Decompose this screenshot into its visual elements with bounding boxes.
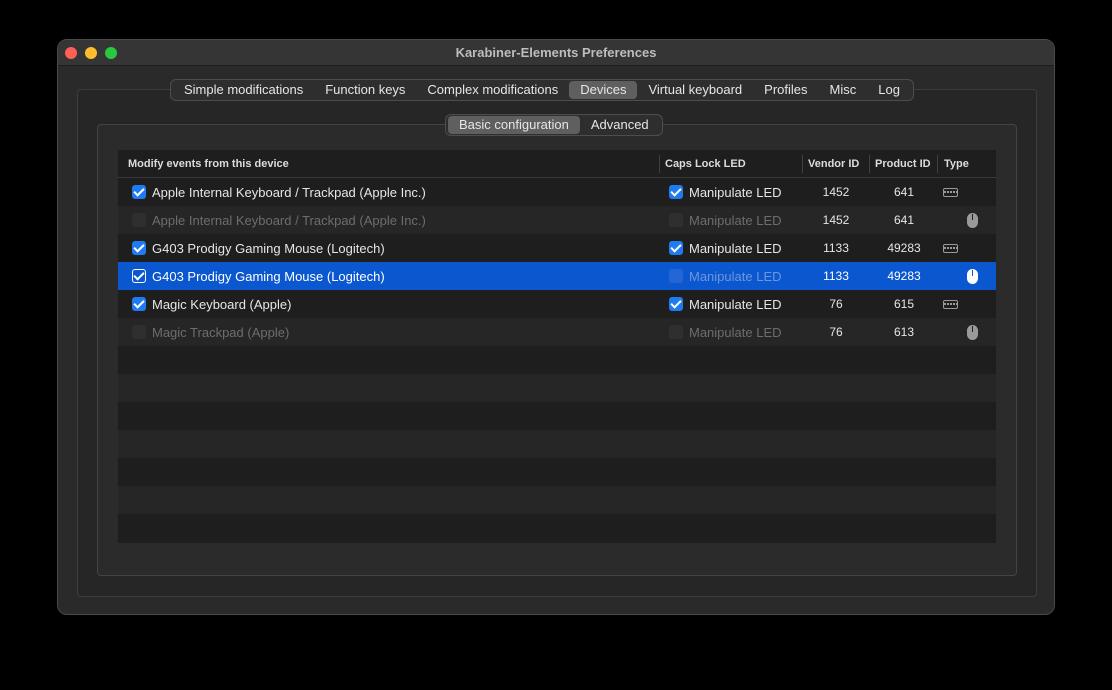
product-id: 641	[893, 185, 915, 199]
manipulate-led-checkbox[interactable]	[669, 185, 683, 199]
header-device[interactable]: Modify events from this device	[128, 158, 289, 170]
device-name: Apple Internal Keyboard / Trackpad (Appl…	[152, 213, 426, 228]
keyboard-icon	[943, 300, 958, 309]
header-vendor-id[interactable]: Vendor ID	[808, 158, 859, 170]
empty-row	[118, 374, 996, 402]
title-bar: Karabiner-Elements Preferences	[58, 40, 1054, 66]
preferences-window: Karabiner-Elements Preferences Simple mo…	[57, 39, 1055, 615]
product-id: 613	[893, 325, 915, 339]
modify-device-checkbox[interactable]	[132, 297, 146, 311]
header-product-id[interactable]: Product ID	[875, 158, 931, 170]
subtab-basic-configuration[interactable]: Basic configuration	[448, 116, 580, 134]
tab-function-keys[interactable]: Function keys	[314, 81, 416, 99]
manipulate-led-label: Manipulate LED	[689, 213, 782, 228]
vendor-id: 1133	[823, 241, 849, 255]
keyboard-icon	[943, 244, 958, 253]
column-divider	[937, 155, 938, 173]
vendor-id: 1452	[822, 213, 850, 227]
tab-devices[interactable]: Devices	[569, 81, 638, 99]
manipulate-led-checkbox[interactable]	[669, 325, 683, 339]
tab-profiles[interactable]: Profiles	[753, 81, 818, 99]
product-id: 49283	[887, 241, 921, 255]
empty-row	[118, 346, 996, 374]
device-name: Magic Trackpad (Apple)	[152, 325, 290, 340]
manipulate-led-label: Manipulate LED	[689, 241, 782, 256]
column-divider	[869, 155, 870, 173]
tab-complex-modifications[interactable]: Complex modifications	[416, 81, 569, 99]
product-id: 615	[893, 297, 915, 311]
device-name: Magic Keyboard (Apple)	[152, 297, 292, 312]
devices-table: Modify events from this device Caps Lock…	[118, 150, 996, 543]
manipulate-led-checkbox[interactable]	[669, 213, 683, 227]
modify-device-checkbox[interactable]	[132, 213, 146, 227]
table-row[interactable]: G403 Prodigy Gaming Mouse (Logitech) Mani…	[118, 234, 996, 262]
manipulate-led-label: Manipulate LED	[689, 269, 782, 284]
modify-device-checkbox[interactable]	[132, 269, 146, 283]
device-name: G403 Prodigy Gaming Mouse (Logitech)	[152, 269, 385, 284]
mouse-icon	[967, 325, 978, 340]
column-divider	[802, 155, 803, 173]
subtab-advanced[interactable]: Advanced	[580, 116, 660, 134]
main-tab-bar: Simple modifications Function keys Complex…	[170, 79, 914, 101]
tab-simple-modifications[interactable]: Simple modifications	[173, 81, 314, 99]
keyboard-icon	[943, 188, 958, 197]
manipulate-led-label: Manipulate LED	[689, 185, 782, 200]
table-row[interactable]: G403 Prodigy Gaming Mouse (Logitech) Mani…	[118, 262, 996, 290]
vendor-id: 76	[829, 325, 843, 339]
table-row[interactable]: Apple Internal Keyboard / Trackpad (Appl…	[118, 206, 996, 234]
mouse-icon	[967, 213, 978, 228]
device-name: G403 Prodigy Gaming Mouse (Logitech)	[152, 241, 385, 256]
manipulate-led-label: Manipulate LED	[689, 325, 782, 340]
manipulate-led-checkbox[interactable]	[669, 269, 683, 283]
device-name: Apple Internal Keyboard / Trackpad (Appl…	[152, 185, 426, 200]
column-divider	[659, 155, 660, 173]
mouse-icon	[967, 269, 978, 284]
header-type[interactable]: Type	[944, 158, 969, 170]
table-body: Apple Internal Keyboard / Trackpad (Appl…	[118, 178, 996, 542]
modify-device-checkbox[interactable]	[132, 241, 146, 255]
empty-row	[118, 402, 996, 430]
table-row[interactable]: Apple Internal Keyboard / Trackpad (Appl…	[118, 178, 996, 206]
table-row[interactable]: Magic Trackpad (Apple) Manipulate LED 76 61…	[118, 318, 996, 346]
empty-row	[118, 486, 996, 514]
empty-row	[118, 458, 996, 486]
product-id: 49283	[887, 269, 921, 283]
modify-device-checkbox[interactable]	[132, 325, 146, 339]
empty-row	[118, 514, 996, 542]
tab-log[interactable]: Log	[867, 81, 911, 99]
manipulate-led-label: Manipulate LED	[689, 297, 782, 312]
product-id: 641	[893, 213, 915, 227]
modify-device-checkbox[interactable]	[132, 185, 146, 199]
devices-subtab-bar: Basic configuration Advanced	[445, 114, 663, 136]
manipulate-led-checkbox[interactable]	[669, 297, 683, 311]
manipulate-led-checkbox[interactable]	[669, 241, 683, 255]
window-title: Karabiner-Elements Preferences	[455, 45, 657, 60]
tab-virtual-keyboard[interactable]: Virtual keyboard	[637, 81, 753, 99]
vendor-id: 1452	[822, 185, 850, 199]
table-header: Modify events from this device Caps Lock…	[118, 150, 996, 178]
vendor-id: 76	[829, 297, 843, 311]
tab-misc[interactable]: Misc	[819, 81, 868, 99]
vendor-id: 1133	[823, 269, 849, 283]
table-row[interactable]: Magic Keyboard (Apple) Manipulate LED 76 61…	[118, 290, 996, 318]
empty-row	[118, 430, 996, 458]
header-caps-lock-led[interactable]: Caps Lock LED	[665, 158, 746, 170]
